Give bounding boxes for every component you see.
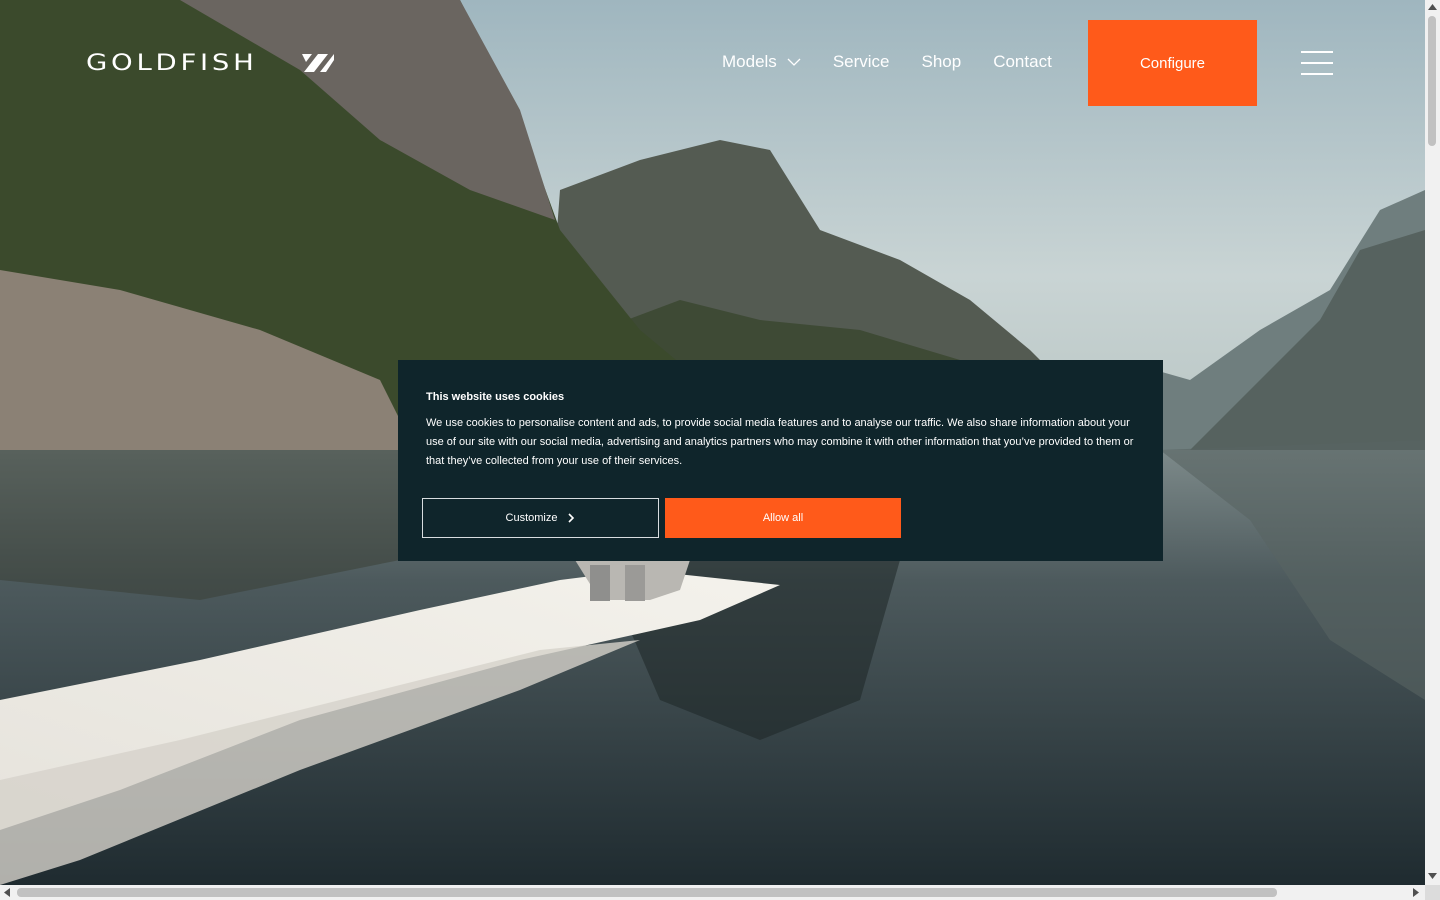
scroll-down-arrow-icon[interactable]	[1428, 873, 1437, 879]
page: GOLDFISH Models Service Shop Contact Con…	[0, 0, 1440, 900]
allow-all-button[interactable]: Allow all	[665, 498, 901, 538]
vertical-scrollbar[interactable]	[1425, 0, 1440, 885]
nav-item-shop[interactable]: Shop	[922, 52, 962, 72]
scroll-up-arrow-icon[interactable]	[1428, 4, 1437, 10]
scroll-right-arrow-icon[interactable]	[1413, 888, 1419, 897]
nav-item-models[interactable]: Models	[722, 52, 801, 72]
customize-button-label: Customize	[505, 512, 558, 524]
site-header: GOLDFISH Models Service Shop Contact Con…	[0, 0, 1425, 126]
configure-button[interactable]: Configure	[1088, 20, 1257, 106]
customize-button[interactable]: Customize	[422, 498, 659, 538]
horizontal-scrollbar-thumb[interactable]	[17, 888, 1277, 897]
cookie-banner: This website uses cookies We use cookies…	[398, 360, 1163, 561]
nav-item-label: Contact	[993, 52, 1052, 71]
nav-item-label: Service	[832, 52, 890, 71]
nav-item-label: Shop	[921, 52, 962, 71]
goldfish-logo[interactable]: GOLDFISH	[86, 50, 336, 76]
horizontal-scrollbar[interactable]	[0, 885, 1425, 900]
nav-item-label: Models	[722, 52, 777, 71]
chevron-right-icon	[568, 513, 575, 523]
cookie-banner-title: This website uses cookies	[426, 391, 565, 403]
scrollbar-corner	[1425, 885, 1440, 900]
nav-item-contact[interactable]: Contact	[993, 52, 1052, 72]
hamburger-icon[interactable]	[1301, 51, 1335, 77]
logo-wordmark: GOLDFISH	[86, 50, 258, 76]
nav-item-service[interactable]: Service	[833, 52, 890, 72]
vertical-scrollbar-thumb[interactable]	[1428, 16, 1436, 146]
cookie-banner-text: We use cookies to personalise content an…	[426, 417, 1134, 467]
chevron-down-icon	[787, 58, 801, 66]
scroll-left-arrow-icon[interactable]	[4, 888, 10, 897]
main-nav: Models Service Shop Contact	[722, 52, 1052, 72]
